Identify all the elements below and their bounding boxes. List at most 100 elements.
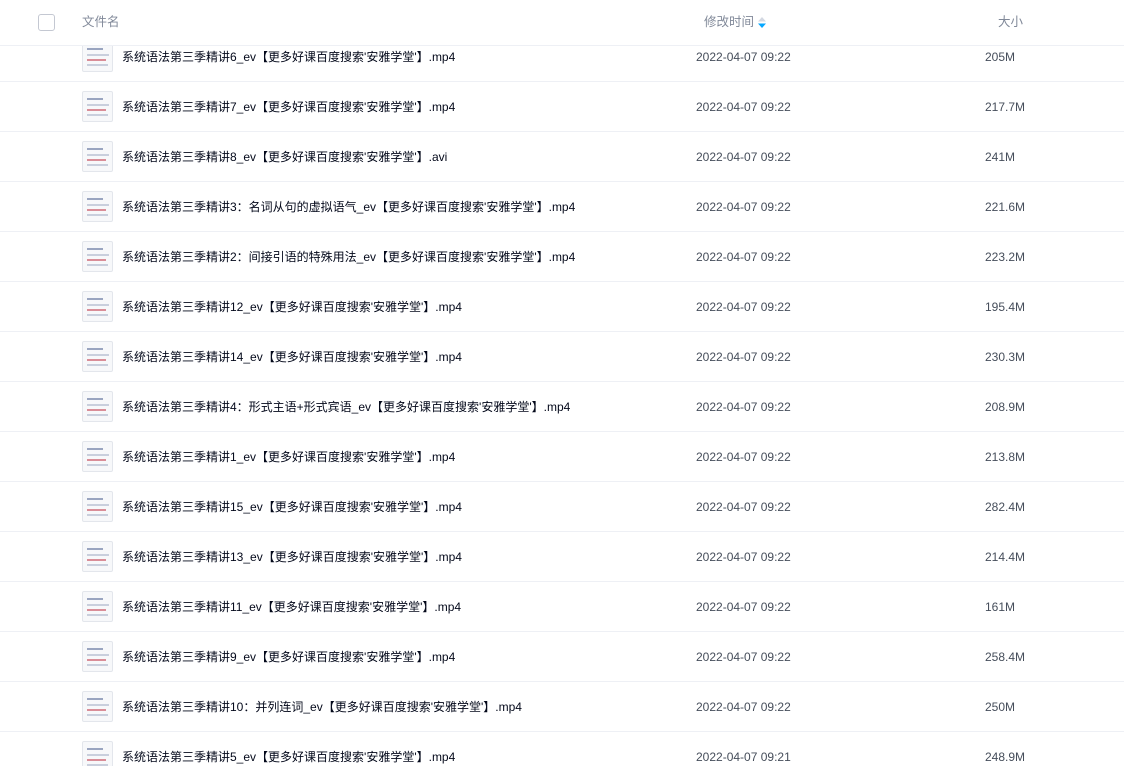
file-name[interactable]: 系统语法第三季精讲7_ev【更多好课百度搜索'安雅学堂'】.mp4 bbox=[122, 99, 455, 115]
file-name[interactable]: 系统语法第三季精讲13_ev【更多好课百度搜索'安雅学堂'】.mp4 bbox=[122, 549, 462, 565]
file-size: 248.9M bbox=[985, 750, 1026, 764]
file-name[interactable]: 系统语法第三季精讲10：并列连词_ev【更多好课百度搜索'安雅学堂'】.mp4 bbox=[122, 699, 522, 715]
file-size: 214.4M bbox=[985, 550, 1026, 564]
thumbnail-line bbox=[87, 298, 103, 300]
thumbnail-line bbox=[87, 159, 106, 161]
column-header-modified-time[interactable]: 修改时间 bbox=[704, 14, 767, 30]
column-header-filename[interactable]: 文件名 bbox=[82, 14, 120, 30]
thumbnail-line bbox=[87, 604, 109, 606]
thumbnail-line bbox=[87, 559, 106, 561]
file-name[interactable]: 系统语法第三季精讲6_ev【更多好课百度搜索'安雅学堂'】.mp4 bbox=[122, 49, 455, 65]
video-thumbnail-icon[interactable] bbox=[82, 191, 113, 222]
thumbnail-line bbox=[87, 348, 103, 350]
file-modified-time: 2022-04-07 09:22 bbox=[696, 250, 791, 264]
video-thumbnail-icon[interactable] bbox=[82, 541, 113, 572]
file-row[interactable]: 系统语法第三季精讲15_ev【更多好课百度搜索'安雅学堂'】.mp4 2022-0… bbox=[0, 482, 1124, 532]
thumbnail-line bbox=[87, 109, 106, 111]
file-modified-time: 2022-04-07 09:21 bbox=[696, 750, 791, 764]
file-row[interactable]: 系统语法第三季精讲9_ev【更多好课百度搜索'安雅学堂'】.mp4 2022-04… bbox=[0, 632, 1124, 682]
video-thumbnail-icon[interactable] bbox=[82, 391, 113, 422]
thumbnail-line bbox=[87, 748, 103, 750]
file-list: 系统语法第三季精讲6_ev【更多好课百度搜索'安雅学堂'】.mp4 2022-04… bbox=[0, 32, 1124, 766]
video-thumbnail-icon[interactable] bbox=[82, 91, 113, 122]
file-row[interactable]: 系统语法第三季精讲10：并列连词_ev【更多好课百度搜索'安雅学堂'】.mp4 2… bbox=[0, 682, 1124, 732]
thumbnail-line bbox=[87, 254, 109, 256]
file-modified-time: 2022-04-07 09:22 bbox=[696, 300, 791, 314]
thumbnail-line bbox=[87, 198, 103, 200]
thumbnail-line bbox=[87, 148, 103, 150]
thumbnail-line bbox=[87, 564, 108, 566]
thumbnail-line bbox=[87, 698, 103, 700]
video-thumbnail-icon[interactable] bbox=[82, 291, 113, 322]
file-size: 241M bbox=[985, 150, 1016, 164]
video-thumbnail-icon[interactable] bbox=[82, 341, 113, 372]
file-name[interactable]: 系统语法第三季精讲4：形式主语+形式宾语_ev【更多好课百度搜索'安雅学堂'】.… bbox=[122, 399, 570, 415]
video-thumbnail-icon[interactable] bbox=[82, 241, 113, 272]
video-thumbnail-icon[interactable] bbox=[82, 441, 113, 472]
file-modified-time: 2022-04-07 09:22 bbox=[696, 350, 791, 364]
thumbnail-line bbox=[87, 664, 108, 666]
file-size: 195.4M bbox=[985, 300, 1026, 314]
thumbnail-line bbox=[87, 409, 106, 411]
file-name[interactable]: 系统语法第三季精讲14_ev【更多好课百度搜索'安雅学堂'】.mp4 bbox=[122, 349, 462, 365]
file-name[interactable]: 系统语法第三季精讲5_ev【更多好课百度搜索'安雅学堂'】.mp4 bbox=[122, 749, 455, 765]
file-modified-time: 2022-04-07 09:22 bbox=[696, 600, 791, 614]
file-size: 258.4M bbox=[985, 650, 1026, 664]
file-row[interactable]: 系统语法第三季精讲7_ev【更多好课百度搜索'安雅学堂'】.mp4 2022-04… bbox=[0, 82, 1124, 132]
file-row[interactable]: 系统语法第三季精讲8_ev【更多好课百度搜索'安雅学堂'】.avi 2022-04… bbox=[0, 132, 1124, 182]
file-row[interactable]: 系统语法第三季精讲3：名词从句的虚拟语气_ev【更多好课百度搜索'安雅学堂'】.… bbox=[0, 182, 1124, 232]
thumbnail-line bbox=[87, 309, 106, 311]
thumbnail-line bbox=[87, 114, 108, 116]
thumbnail-line bbox=[87, 414, 108, 416]
thumbnail-line bbox=[87, 54, 109, 56]
video-thumbnail-icon[interactable] bbox=[82, 691, 113, 722]
thumbnail-line bbox=[87, 764, 108, 766]
video-thumbnail-icon[interactable] bbox=[82, 491, 113, 522]
thumbnail-line bbox=[87, 398, 103, 400]
file-name[interactable]: 系统语法第三季精讲12_ev【更多好课百度搜索'安雅学堂'】.mp4 bbox=[122, 299, 462, 315]
video-thumbnail-icon[interactable] bbox=[82, 641, 113, 672]
thumbnail-line bbox=[87, 464, 108, 466]
file-modified-time: 2022-04-07 09:22 bbox=[696, 650, 791, 664]
thumbnail-line bbox=[87, 448, 103, 450]
select-all-checkbox[interactable] bbox=[38, 14, 55, 31]
file-modified-time: 2022-04-07 09:22 bbox=[696, 400, 791, 414]
file-name[interactable]: 系统语法第三季精讲3：名词从句的虚拟语气_ev【更多好课百度搜索'安雅学堂'】.… bbox=[122, 199, 575, 215]
file-size: 250M bbox=[985, 700, 1016, 714]
column-header-size[interactable]: 大小 bbox=[998, 14, 1023, 30]
file-name[interactable]: 系统语法第三季精讲2：间接引语的特殊用法_ev【更多好课百度搜索'安雅学堂'】.… bbox=[122, 249, 575, 265]
thumbnail-line bbox=[87, 754, 109, 756]
file-size: 221.6M bbox=[985, 200, 1026, 214]
file-row[interactable]: 系统语法第三季精讲2：间接引语的特殊用法_ev【更多好课百度搜索'安雅学堂'】.… bbox=[0, 232, 1124, 282]
thumbnail-line bbox=[87, 709, 106, 711]
thumbnail-line bbox=[87, 454, 109, 456]
thumbnail-line bbox=[87, 154, 109, 156]
file-row[interactable]: 系统语法第三季精讲11_ev【更多好课百度搜索'安雅学堂'】.mp4 2022-0… bbox=[0, 582, 1124, 632]
video-thumbnail-icon[interactable] bbox=[82, 741, 113, 766]
thumbnail-line bbox=[87, 354, 109, 356]
thumbnail-line bbox=[87, 504, 109, 506]
file-modified-time: 2022-04-07 09:22 bbox=[696, 550, 791, 564]
file-name[interactable]: 系统语法第三季精讲9_ev【更多好课百度搜索'安雅学堂'】.mp4 bbox=[122, 649, 455, 665]
file-row[interactable]: 系统语法第三季精讲14_ev【更多好课百度搜索'安雅学堂'】.mp4 2022-0… bbox=[0, 332, 1124, 382]
file-size: 223.2M bbox=[985, 250, 1026, 264]
file-row[interactable]: 系统语法第三季精讲4：形式主语+形式宾语_ev【更多好课百度搜索'安雅学堂'】.… bbox=[0, 382, 1124, 432]
file-row[interactable]: 系统语法第三季精讲12_ev【更多好课百度搜索'安雅学堂'】.mp4 2022-0… bbox=[0, 282, 1124, 332]
thumbnail-line bbox=[87, 609, 106, 611]
thumbnail-line bbox=[87, 614, 108, 616]
video-thumbnail-icon[interactable] bbox=[82, 591, 113, 622]
file-name[interactable]: 系统语法第三季精讲8_ev【更多好课百度搜索'安雅学堂'】.avi bbox=[122, 149, 447, 165]
thumbnail-line bbox=[87, 598, 103, 600]
thumbnail-line bbox=[87, 648, 103, 650]
thumbnail-line bbox=[87, 98, 103, 100]
file-name[interactable]: 系统语法第三季精讲15_ev【更多好课百度搜索'安雅学堂'】.mp4 bbox=[122, 499, 462, 515]
file-row[interactable]: 系统语法第三季精讲5_ev【更多好课百度搜索'安雅学堂'】.mp4 2022-04… bbox=[0, 732, 1124, 766]
thumbnail-line bbox=[87, 259, 106, 261]
file-row[interactable]: 系统语法第三季精讲13_ev【更多好课百度搜索'安雅学堂'】.mp4 2022-0… bbox=[0, 532, 1124, 582]
file-name[interactable]: 系统语法第三季精讲1_ev【更多好课百度搜索'安雅学堂'】.mp4 bbox=[122, 449, 455, 465]
thumbnail-line bbox=[87, 264, 108, 266]
sort-descending-icon[interactable] bbox=[758, 16, 767, 28]
video-thumbnail-icon[interactable] bbox=[82, 141, 113, 172]
file-row[interactable]: 系统语法第三季精讲1_ev【更多好课百度搜索'安雅学堂'】.mp4 2022-04… bbox=[0, 432, 1124, 482]
file-name[interactable]: 系统语法第三季精讲11_ev【更多好课百度搜索'安雅学堂'】.mp4 bbox=[122, 599, 461, 615]
